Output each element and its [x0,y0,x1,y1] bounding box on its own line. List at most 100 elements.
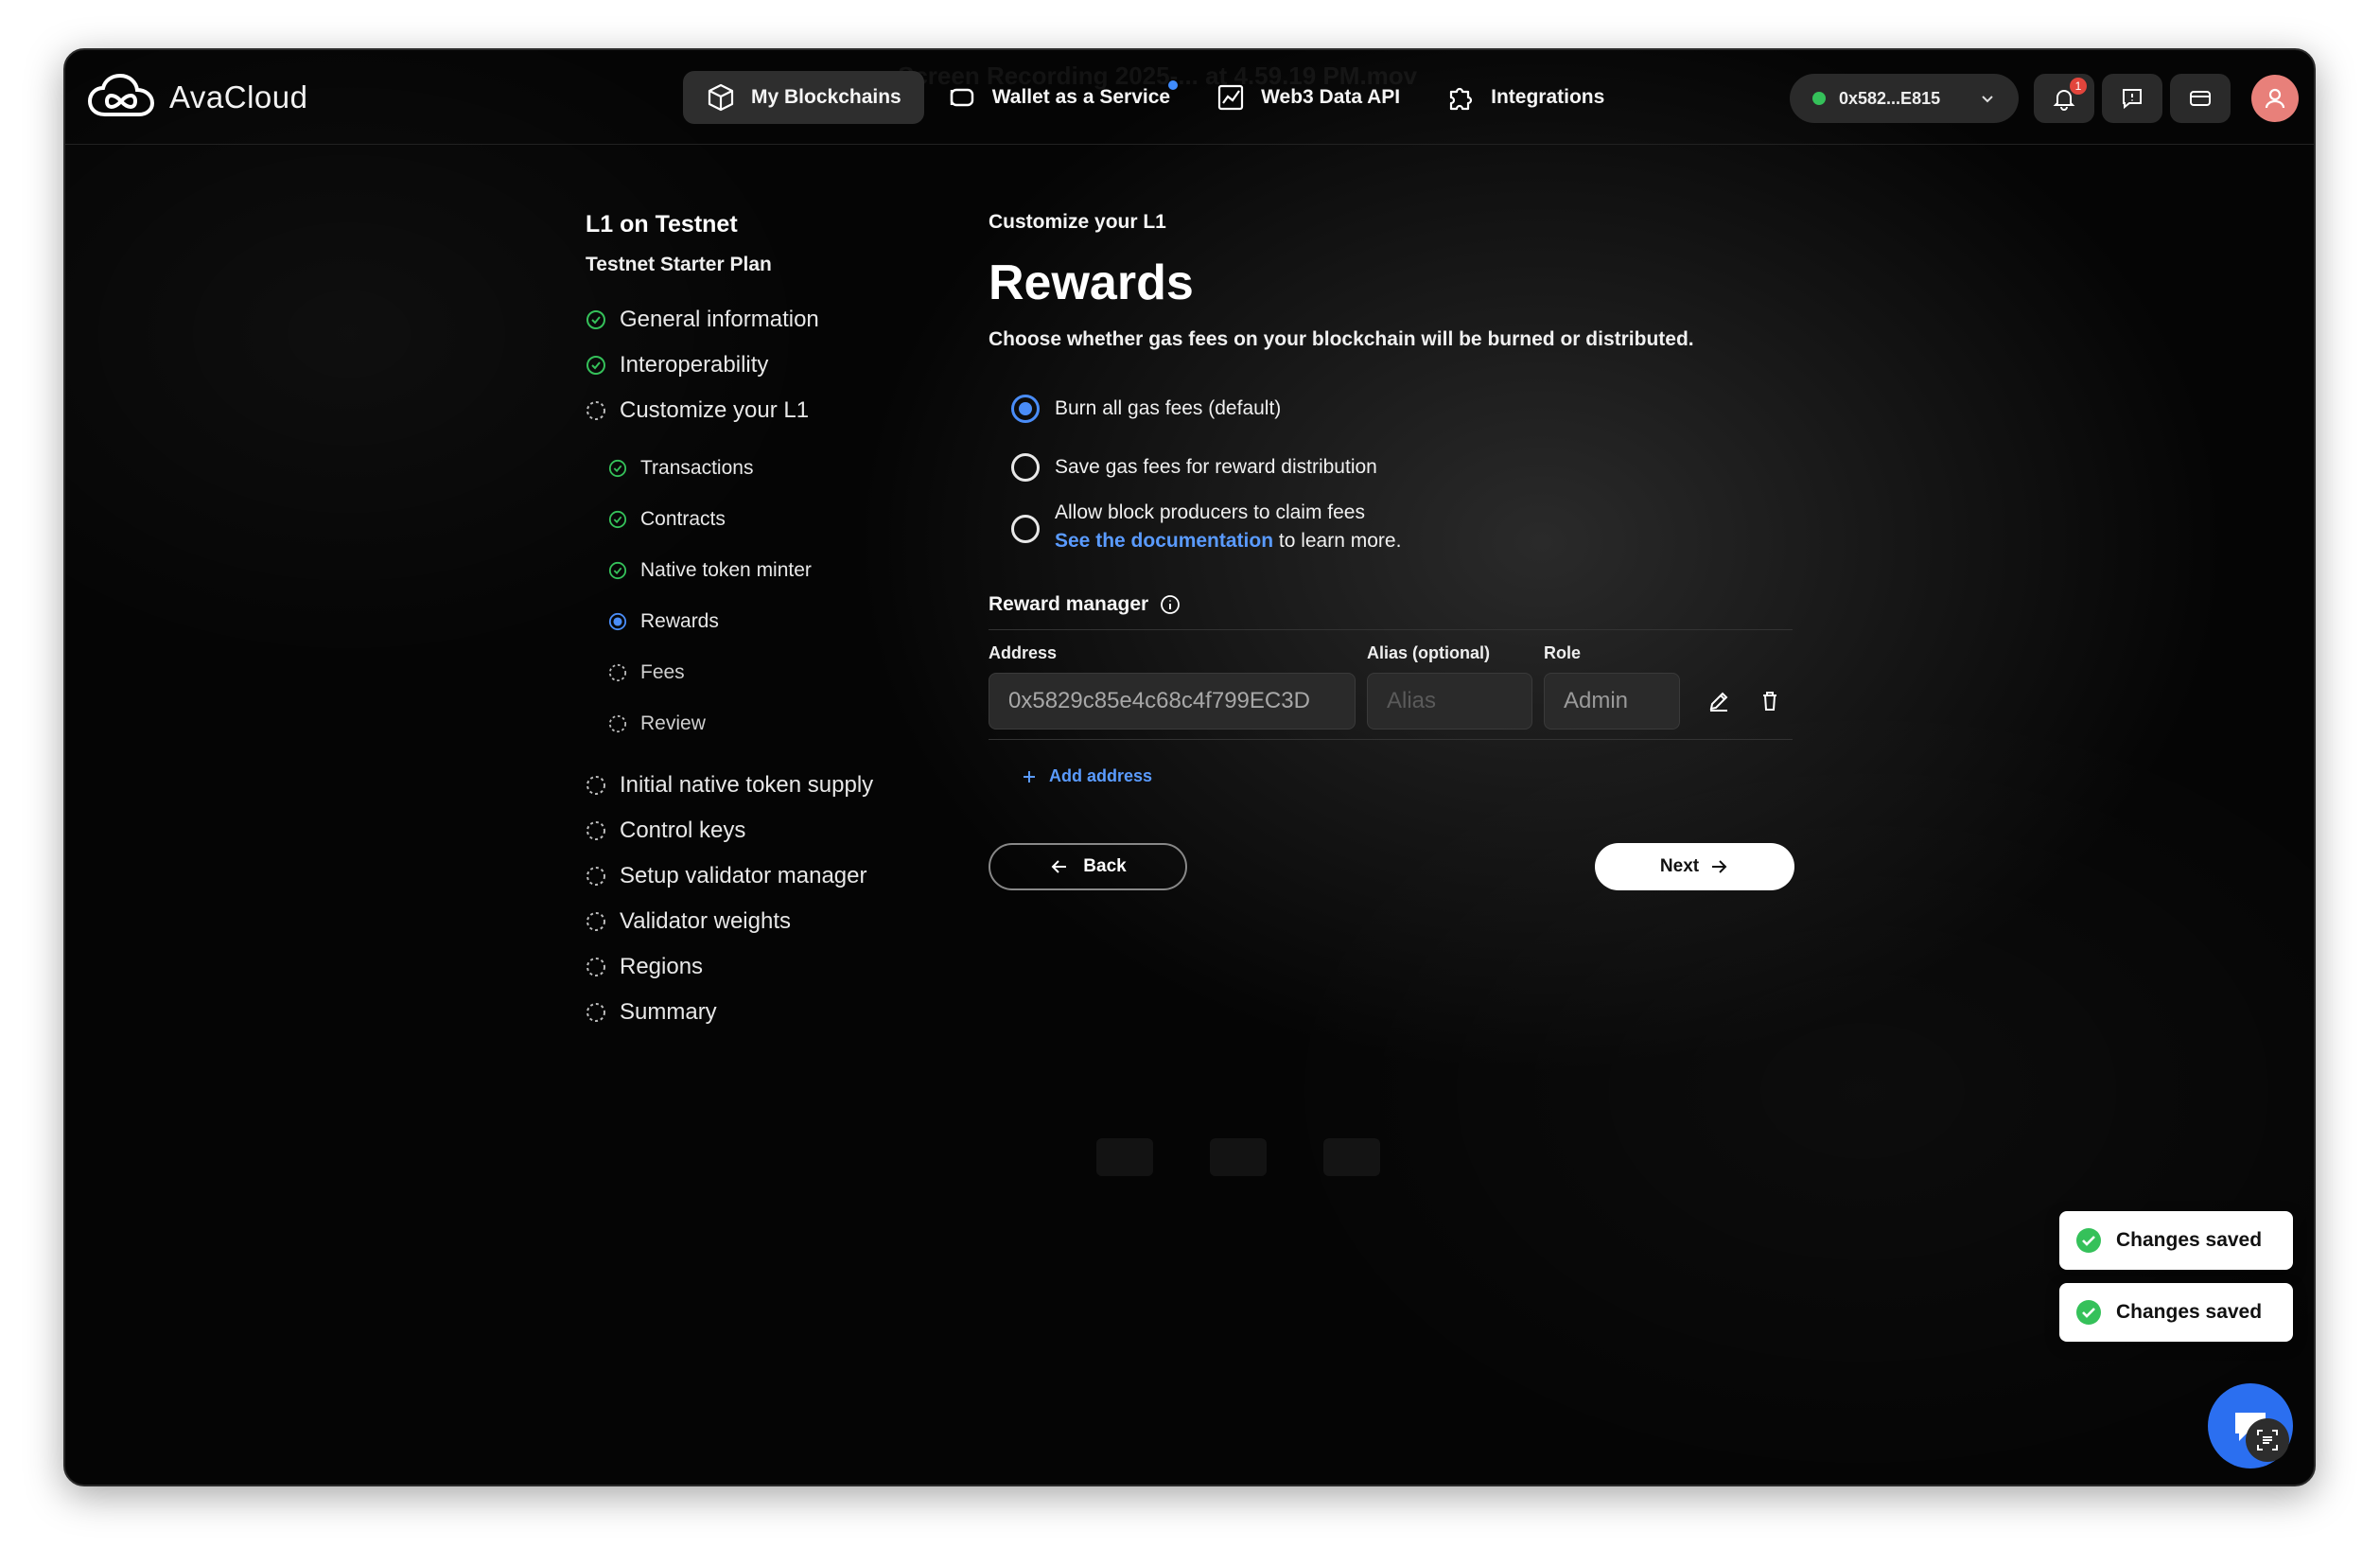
form-actions: Back Next [989,843,1794,892]
check-circle-icon [608,561,627,580]
nav-web3-data-api[interactable]: Web3 Data API [1193,71,1423,124]
step-label: Regions [620,954,704,979]
stepper-title: L1 on Testnet [586,211,738,237]
nav-integrations[interactable]: Integrations [1423,71,1627,124]
step-general-information[interactable]: General information [586,297,983,343]
reward-manager-title: Reward manager [989,593,1149,615]
dashed-circle-icon [586,912,605,931]
dashed-circle-icon [586,776,605,795]
nav-my-blockchains[interactable]: My Blockchains [683,71,924,124]
table-row: 0x5829c85e4c68c4f799EC3D Alias Admin [989,673,1793,730]
step-validator-weights[interactable]: Validator weights [586,899,983,944]
option-label: Save gas fees for reward distribution [1055,456,1377,478]
step-regions[interactable]: Regions [586,944,983,990]
col-address: Address [989,643,1058,662]
rewards-form: Customize your L1 Rewards Choose whether… [989,211,1794,892]
wallet-selector[interactable]: 0x582...E815 [1790,74,2019,123]
substep-fees[interactable]: Fees [608,647,983,698]
dashed-circle-icon [586,1003,605,1022]
option-save-gas-fees[interactable]: Save gas fees for reward distribution [1011,453,1793,482]
step-control-keys[interactable]: Control keys [586,808,983,853]
rewards-options: Burn all gas fees (default) Save gas fee… [989,395,1793,555]
page-title: Rewards [989,255,1194,310]
nav-wallet-as-a-service[interactable]: Wallet as a Service [924,71,1193,124]
option-allow-block-producers[interactable]: Allow block producers to claim fees See … [1011,499,1793,555]
dashed-circle-icon [608,714,627,733]
app-logo[interactable]: AvaCloud [86,71,308,124]
radio-unselected[interactable] [1011,453,1040,482]
nav-label: Wallet as a Service [991,86,1171,108]
user-avatar[interactable] [2251,75,2299,122]
check-circle-filled-icon [2076,1300,2101,1325]
step-label: Control keys [620,818,746,843]
screen-capture-button[interactable] [2246,1418,2289,1462]
check-circle-icon [608,510,627,529]
back-button[interactable]: Back [989,843,1187,890]
step-initial-native-token-supply[interactable]: Initial native token supply [586,763,983,808]
step-label: Customize your L1 [620,397,810,423]
step-label: Interoperability [620,352,769,378]
next-button[interactable]: Next [1595,843,1794,890]
info-icon[interactable] [1160,594,1181,615]
substep-native-token-minter[interactable]: Native token minter [608,545,983,596]
substep-label: Transactions [640,457,754,479]
substep-rewards[interactable]: Rewards [608,596,983,647]
step-interoperability[interactable]: Interoperability [586,343,983,388]
reward-manager-section: Reward manager Address Alias (optional) … [989,593,1793,786]
step-label: Initial native token supply [620,772,874,798]
reward-manager-label: Reward manager [989,593,1793,616]
scan-icon [2257,1430,2278,1451]
col-role: Role [1544,643,1582,662]
option-burn-gas-fees[interactable]: Burn all gas fees (default) [1011,395,1793,423]
back-label: Back [1083,856,1127,876]
step-label: General information [620,307,819,332]
section-eyebrow: Customize your L1 [989,211,1166,233]
alias-input[interactable]: Alias [1367,673,1532,730]
delete-button[interactable] [1756,687,1784,715]
arrow-left-icon [1051,860,1067,873]
option-label: Allow block producers to claim fees [1055,501,1365,523]
radio-unselected[interactable] [1011,515,1040,543]
wallet-button[interactable] [2170,74,2231,123]
add-address-button[interactable]: Add address [989,766,1793,786]
chevron-down-icon [1982,96,1993,103]
dashed-circle-icon [586,821,605,840]
ghost-control [1210,1138,1267,1176]
notification-badge: 1 [2070,78,2087,95]
radio-selected[interactable] [1011,395,1040,423]
substep-transactions[interactable]: Transactions [608,443,983,494]
toast-message: Changes saved [2116,1301,2263,1323]
notifications-button[interactable]: 1 [2034,74,2094,123]
step-label: Summary [620,999,717,1025]
connection-status-dot [1812,92,1826,105]
cube-icon [708,83,734,112]
stepper-plan: Testnet Starter Plan [586,254,772,275]
substep-label: Review [640,712,706,734]
step-customize-your-l1[interactable]: Customize your L1 [586,388,983,433]
step-setup-validator-manager[interactable]: Setup validator manager [586,853,983,899]
step-summary[interactable]: Summary [586,990,983,1035]
toast-changes-saved: Changes saved [2059,1211,2293,1270]
new-indicator-dot [1168,80,1179,90]
message-alert-icon [2123,89,2142,110]
avacloud-logo-icon [87,73,155,116]
ghost-control [1096,1138,1153,1176]
user-icon [2265,88,2285,109]
substep-review[interactable]: Review [608,698,983,749]
address-field[interactable]: 0x5829c85e4c68c4f799EC3D [989,673,1356,730]
card-icon [2190,91,2211,106]
edit-button[interactable] [1705,687,1733,715]
table-header: Address Alias (optional) Role [989,643,1793,663]
setup-stepper: L1 on Testnet Testnet Starter Plan Gener… [586,211,983,1035]
role-field[interactable]: Admin [1544,673,1680,730]
check-circle-filled-icon [2076,1228,2101,1253]
substep-contracts[interactable]: Contracts [608,494,983,545]
substep-label: Contracts [640,508,726,530]
substep-label: Rewards [640,610,719,632]
wallet-address: 0x582...E815 [1839,88,1941,108]
step-label: Setup validator manager [620,863,867,888]
documentation-link[interactable]: See the documentation [1055,530,1273,552]
app-window: Screen Recording 2025-... at 4.59.19 PM.… [63,48,2316,1486]
dashed-circle-icon [586,958,605,976]
feedback-button[interactable] [2102,74,2162,123]
